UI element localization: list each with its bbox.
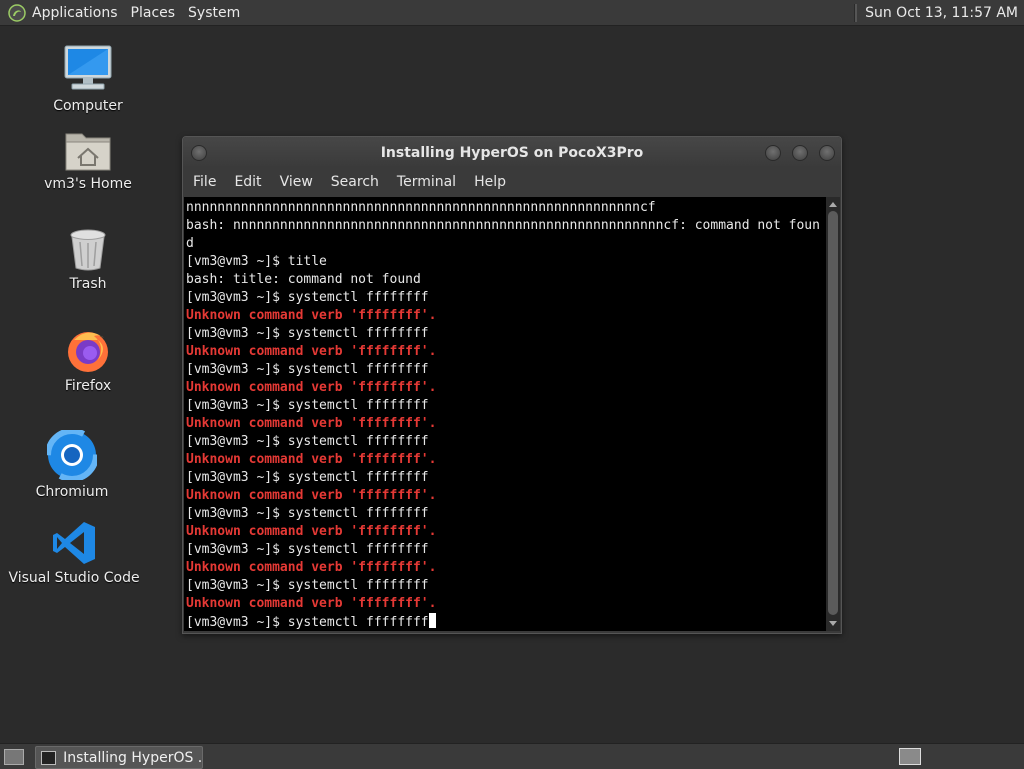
terminal-error-line: Unknown command verb 'ffffffff'. [186, 560, 437, 575]
desktop-icon-label: Firefox [64, 378, 112, 394]
terminal-line: nnnnnnnnnnnnnnnnnnnnnnnnnnnnnnnnnnnnnnnn… [186, 200, 656, 215]
window-titlebar[interactable]: Installing HyperOS on PocoX3Pro [183, 137, 841, 168]
terminal-error-line: Unknown command verb 'ffffffff'. [186, 380, 437, 395]
terminal-line: [vm3@vm3 ~]$ systemctl ffffffff [186, 326, 429, 341]
applications-menu[interactable]: Applications [32, 5, 118, 21]
terminal-error-line: Unknown command verb 'ffffffff'. [186, 488, 437, 503]
desktop-icon-trash[interactable]: Trash [48, 228, 128, 292]
computer-icon [64, 45, 112, 90]
terminal-error-line: Unknown command verb 'ffffffff'. [186, 308, 437, 323]
bottom-panel: Installing HyperOS ... [0, 743, 1024, 769]
desktop-icon-firefox[interactable]: Firefox [48, 326, 128, 394]
terminal-line: [vm3@vm3 ~]$ systemctl ffffffff [186, 398, 429, 413]
firefox-icon [68, 332, 108, 372]
clock[interactable]: Sun Oct 13, 11:57 AM [865, 5, 1018, 21]
minimize-button[interactable] [765, 145, 781, 161]
terminal-error-line: Unknown command verb 'ffffffff'. [186, 452, 437, 467]
terminal-line: [vm3@vm3 ~]$ systemctl ffffffff [186, 578, 429, 593]
terminal-line: [vm3@vm3 ~]$ title [186, 254, 327, 269]
terminal-line: [vm3@vm3 ~]$ systemctl ffffffff [186, 434, 429, 449]
terminal-line: bash: nnnnnnnnnnnnnnnnnnnnnnnnnnnnnnnnnn… [186, 218, 820, 233]
panel-separator [854, 3, 858, 22]
terminal-lines: nnnnnnnnnnnnnnnnnnnnnnnnnnnnnnnnnnnnnnnn… [184, 197, 826, 631]
distro-logo-icon[interactable] [8, 3, 26, 22]
terminal-line: [vm3@vm3 ~]$ systemctl ffffffff [186, 470, 429, 485]
vscode-icon [53, 522, 95, 564]
terminal-error-line: Unknown command verb 'ffffffff'. [186, 416, 437, 431]
text-cursor [428, 613, 436, 628]
show-desktop-icon[interactable] [4, 749, 24, 765]
terminal-line: [vm3@vm3 ~]$ systemctl ffffffff [186, 542, 429, 557]
desktop-icon-home[interactable]: vm3's Home [44, 128, 132, 192]
close-button[interactable] [819, 145, 835, 161]
menu-edit[interactable]: Edit [234, 174, 261, 190]
menu-terminal[interactable]: Terminal [397, 174, 456, 190]
terminal-line: [vm3@vm3 ~]$ systemctl ffffffff [186, 506, 429, 521]
terminal-line: [vm3@vm3 ~]$ systemctl ffffffff [186, 290, 429, 305]
taskbar-window-button[interactable]: Installing HyperOS ... [35, 746, 203, 769]
scroll-down-arrow-icon[interactable] [829, 621, 837, 626]
places-menu[interactable]: Places [131, 5, 176, 21]
terminal-scrollbar[interactable] [826, 197, 840, 631]
menu-help[interactable]: Help [474, 174, 506, 190]
terminal-menubar: File Edit View Search Terminal Help [183, 168, 841, 196]
scroll-thumb[interactable] [828, 211, 838, 615]
menu-search[interactable]: Search [331, 174, 379, 190]
window-menu-button[interactable] [191, 145, 207, 161]
panel-right-area: Sun Oct 13, 11:57 AM [854, 0, 1018, 25]
home-folder-icon [65, 133, 111, 171]
desktop-icon-label: Visual Studio Code [8, 570, 140, 586]
terminal-prompt-line[interactable]: [vm3@vm3 ~]$ systemctl ffffffff [186, 613, 826, 631]
desktop-icon-computer[interactable]: Computer [48, 44, 128, 114]
top-panel: Applications Places System Sun Oct 13, 1… [0, 0, 1024, 26]
terminal-output[interactable]: nnnnnnnnnnnnnnnnnnnnnnnnnnnnnnnnnnnnnnnn… [184, 197, 826, 631]
desktop-icon-vscode[interactable]: Visual Studio Code [8, 520, 140, 586]
chromium-icon [47, 430, 97, 480]
system-menu[interactable]: System [188, 5, 240, 21]
workspace-switcher[interactable] [899, 748, 921, 765]
maximize-button[interactable] [792, 145, 808, 161]
terminal-line: d [186, 236, 194, 251]
taskbar-window-label: Installing HyperOS ... [63, 749, 202, 766]
desktop-icon-label: Computer [53, 98, 123, 114]
scroll-up-arrow-icon[interactable] [829, 202, 837, 207]
window-title: Installing HyperOS on PocoX3Pro [380, 144, 644, 161]
desktop-icon-label: Chromium [35, 484, 109, 500]
terminal-prompt-text: [vm3@vm3 ~]$ systemctl ffffffff [186, 615, 429, 630]
trash-icon [70, 229, 106, 271]
terminal-line: [vm3@vm3 ~]$ systemctl ffffffff [186, 362, 429, 377]
terminal-error-line: Unknown command verb 'ffffffff'. [186, 344, 437, 359]
menu-view[interactable]: View [280, 174, 313, 190]
terminal-icon [41, 750, 57, 765]
terminal-error-line: Unknown command verb 'ffffffff'. [186, 524, 437, 539]
desktop-icon-chromium[interactable]: Chromium [32, 430, 112, 500]
desktop-icon-label: vm3's Home [44, 176, 132, 192]
menu-file[interactable]: File [193, 174, 216, 190]
terminal-error-line: Unknown command verb 'ffffffff'. [186, 596, 437, 611]
desktop-icon-label: Trash [69, 276, 107, 292]
terminal-line: bash: title: command not found [186, 272, 421, 287]
terminal-window[interactable]: Installing HyperOS on PocoX3Pro File Edi… [182, 136, 842, 634]
